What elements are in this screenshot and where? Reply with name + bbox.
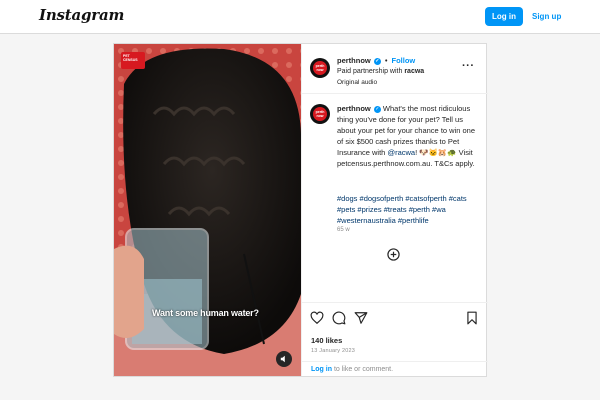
caption-username[interactable]: perthnow <box>337 104 371 113</box>
comment-login-link[interactable]: Log in <box>311 366 332 373</box>
hashtags[interactable]: #dogs #dogsofperth #catsofperth #cats #p… <box>337 193 481 226</box>
post-side-panel: perth now perthnow ✓ • Follow Paid partne… <box>301 44 488 376</box>
comment-icon[interactable] <box>332 311 346 325</box>
login-to-comment: Log in to like or comment. <box>302 361 488 377</box>
post-actions: 140 likes 13 January 2023 Log in to like… <box>302 302 488 376</box>
instagram-logo[interactable]: Instagram <box>39 6 124 24</box>
add-comment-icon[interactable] <box>387 248 400 266</box>
post-media[interactable]: PET CENSUS Want some human water? <box>114 44 301 376</box>
post-caption: perthnow ✓ What's the most ridiculous th… <box>337 104 476 168</box>
verified-icon: ✓ <box>373 105 381 113</box>
verified-icon: ✓ <box>373 57 381 65</box>
separator-dot: • <box>384 58 388 65</box>
pet-census-badge: PET CENSUS <box>121 52 145 69</box>
bookmark-icon[interactable] <box>465 311 479 325</box>
original-audio-link[interactable]: Original audio <box>337 79 377 86</box>
post-age: 65 w <box>337 227 350 233</box>
post-date: 13 January 2023 <box>311 348 355 354</box>
share-icon[interactable] <box>354 311 368 325</box>
post-card: PET CENSUS Want some human water? perth n… <box>113 43 488 377</box>
avatar[interactable]: perth now <box>310 58 330 78</box>
likes-count[interactable]: 140 likes <box>311 336 342 345</box>
top-bar: Instagram Log in Sign up <box>0 0 600 34</box>
post-header: perth now perthnow ✓ • Follow Paid partne… <box>302 44 488 94</box>
more-options-icon[interactable]: ··· <box>462 61 475 72</box>
media-image <box>114 44 301 376</box>
follow-button[interactable]: Follow <box>391 56 415 65</box>
audio-icon[interactable] <box>276 351 292 367</box>
signup-link[interactable]: Sign up <box>532 12 561 21</box>
paid-partnership: Paid partnership with racwa <box>337 68 425 75</box>
partner-link[interactable]: racwa <box>404 68 424 75</box>
video-caption-overlay: Want some human water? <box>152 308 259 318</box>
username-link[interactable]: perthnow <box>337 56 371 65</box>
post-author: perthnow ✓ • Follow <box>337 56 415 65</box>
caption-avatar[interactable]: perth now <box>310 104 330 124</box>
login-button[interactable]: Log in <box>485 7 523 26</box>
mention-link[interactable]: @racwa <box>387 148 415 157</box>
heart-icon[interactable] <box>310 311 324 325</box>
